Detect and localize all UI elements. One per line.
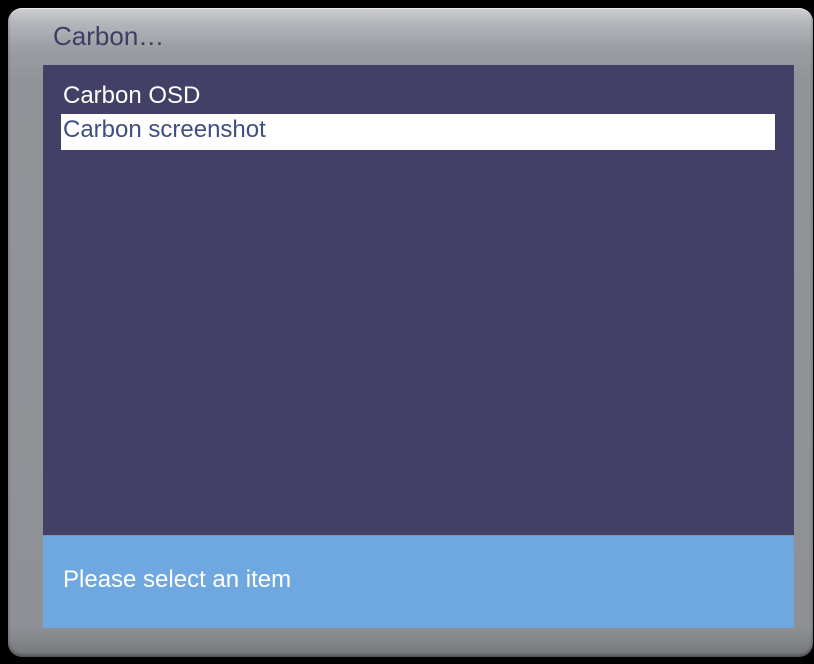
- status-bar: Please select an item: [43, 536, 794, 628]
- list-item-carbon-screenshot[interactable]: Carbon screenshot: [61, 114, 775, 150]
- list-item-carbon-osd[interactable]: Carbon OSD: [61, 80, 775, 116]
- carbon-dialog: Carbon… Carbon OSD Carbon screenshot Ple…: [8, 8, 813, 657]
- status-text: Please select an item: [63, 566, 292, 593]
- menu-list: Carbon OSD Carbon screenshot: [43, 65, 794, 535]
- screen: Carbon… Carbon OSD Carbon screenshot Ple…: [0, 0, 814, 664]
- dialog-title: Carbon…: [53, 21, 165, 51]
- dialog-bottom-shade: [8, 627, 813, 657]
